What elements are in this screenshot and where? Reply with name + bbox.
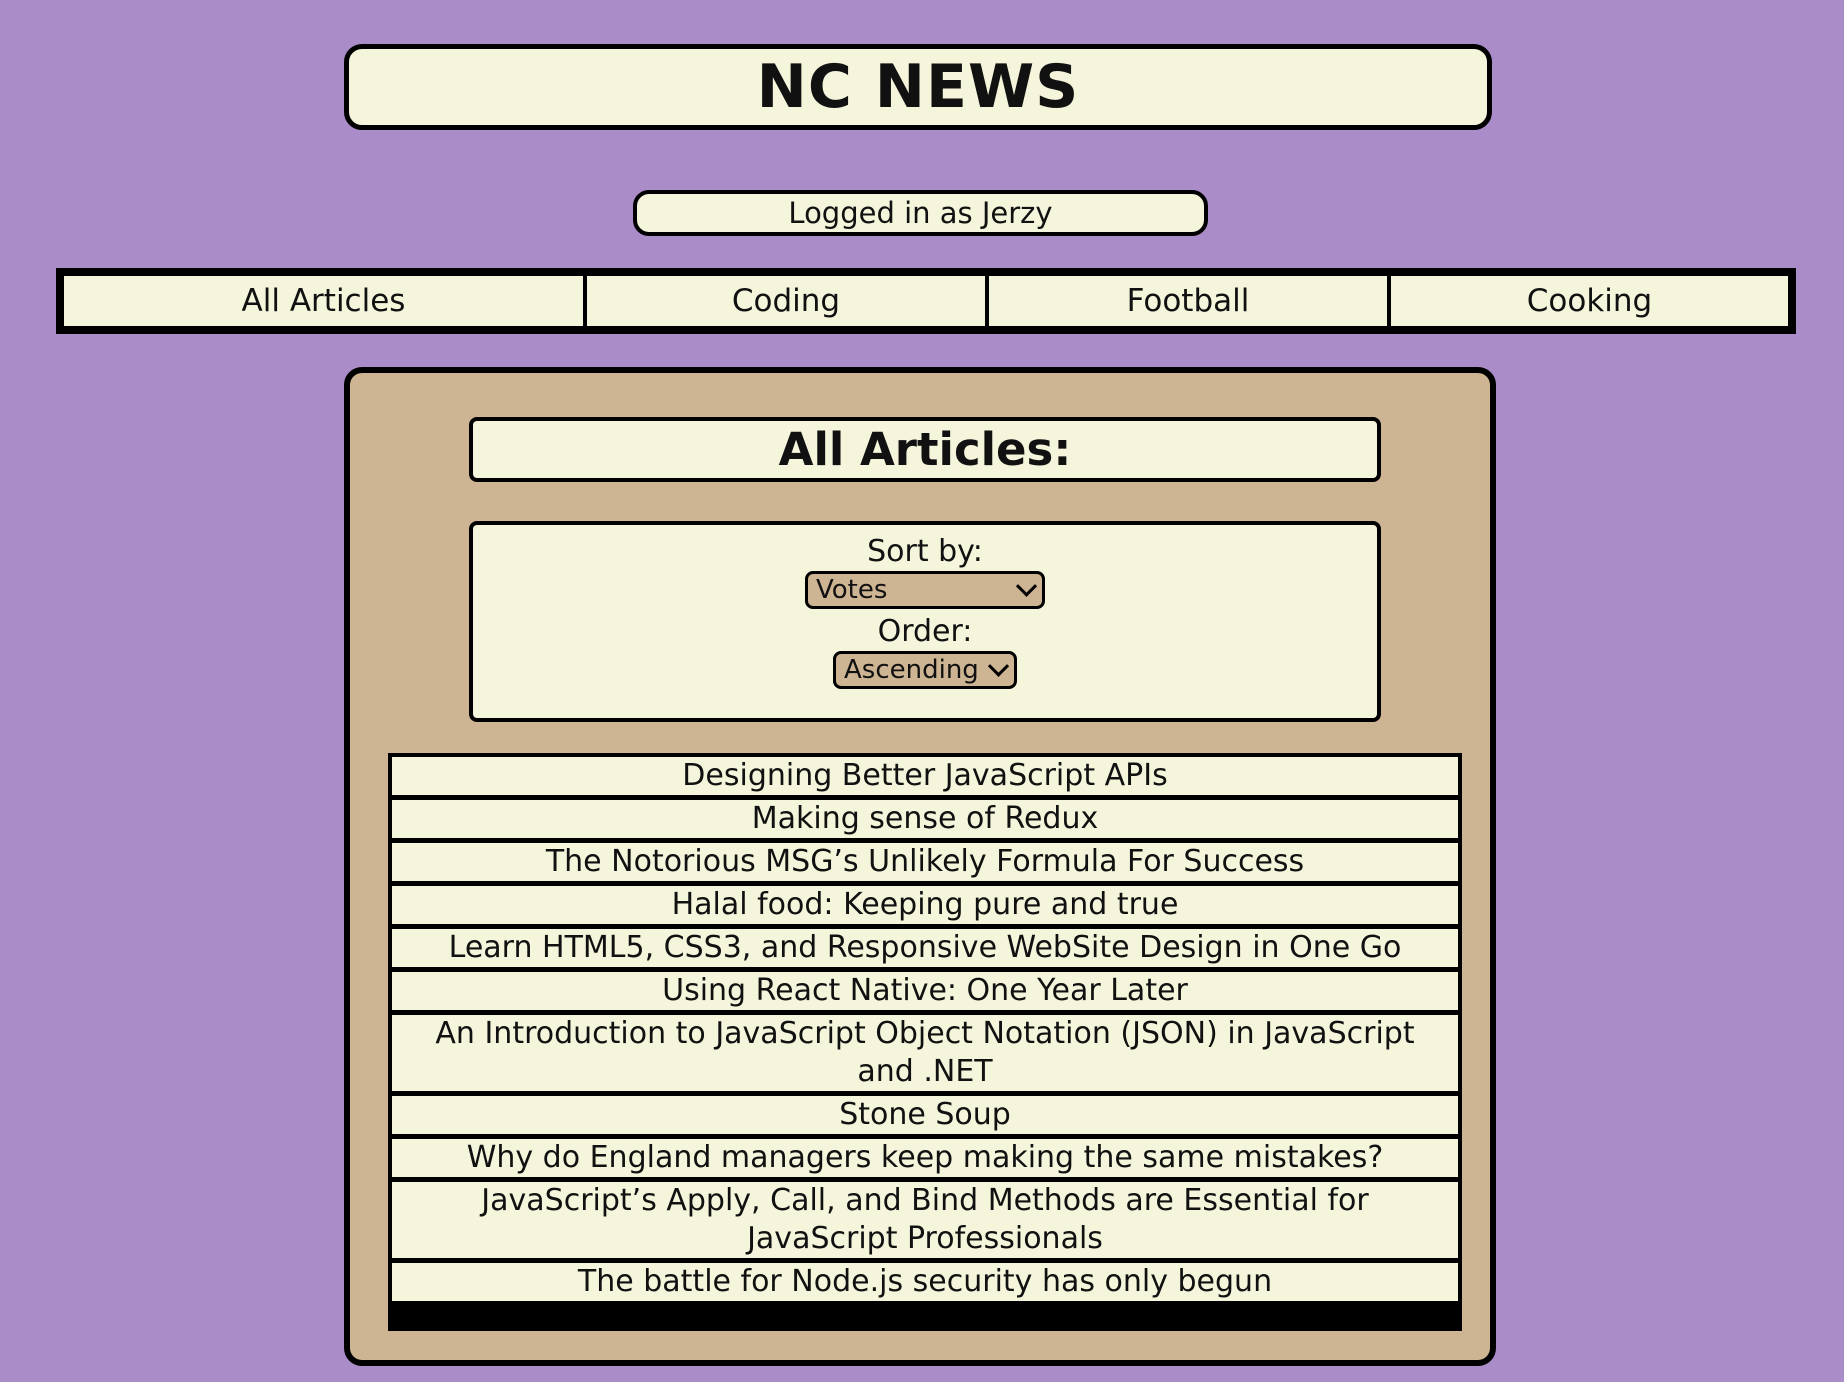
order-select[interactable]: Ascending — [833, 651, 1017, 689]
article-list-item[interactable]: Learn HTML5, CSS3, and Responsive WebSit… — [392, 929, 1458, 967]
article-list-item[interactable]: Why do England managers keep making the … — [392, 1139, 1458, 1177]
topic-nav: All Articles Coding Football Cooking — [56, 268, 1796, 334]
article-list-item[interactable]: Making sense of Redux — [392, 800, 1458, 838]
sort-controls: Sort by: Votes Order: Ascending — [469, 521, 1381, 722]
article-list-item[interactable]: The battle for Node.js security has only… — [392, 1263, 1458, 1301]
logged-in-status: Logged in as Jerzy — [633, 190, 1208, 236]
sort-by-select[interactable]: Votes — [805, 571, 1045, 609]
article-list-item[interactable]: JavaScript’s Apply, Call, and Bind Metho… — [392, 1182, 1458, 1258]
panel-title-box: All Articles: — [469, 417, 1381, 482]
article-list-item[interactable]: The Notorious MSG’s Unlikely Formula For… — [392, 843, 1458, 881]
chevron-down-icon — [987, 655, 1010, 677]
article-list: Designing Better JavaScript APIs Making … — [388, 753, 1462, 1331]
nav-item-coding[interactable]: Coding — [587, 276, 985, 326]
article-list-item[interactable]: Halal food: Keeping pure and true — [392, 886, 1458, 924]
app-header: NC NEWS — [344, 44, 1492, 130]
articles-panel: All Articles: Sort by: Votes Order: Asce… — [344, 367, 1496, 1366]
article-list-item[interactable]: Designing Better JavaScript APIs — [392, 757, 1458, 795]
nav-item-cooking[interactable]: Cooking — [1391, 276, 1788, 326]
sort-by-label: Sort by: — [867, 534, 983, 569]
article-list-item[interactable]: Stone Soup — [392, 1096, 1458, 1134]
order-value: Ascending — [844, 655, 979, 685]
nav-item-football[interactable]: Football — [989, 276, 1387, 326]
nav-item-all-articles[interactable]: All Articles — [64, 276, 583, 326]
panel-title: All Articles: — [778, 423, 1072, 476]
app-title: NC NEWS — [756, 52, 1080, 122]
article-list-item[interactable]: Using React Native: One Year Later — [392, 972, 1458, 1010]
article-list-item[interactable]: An Introduction to JavaScript Object Not… — [392, 1015, 1458, 1091]
order-label: Order: — [877, 614, 973, 649]
chevron-down-icon — [1015, 575, 1038, 597]
sort-by-value: Votes — [816, 575, 888, 605]
